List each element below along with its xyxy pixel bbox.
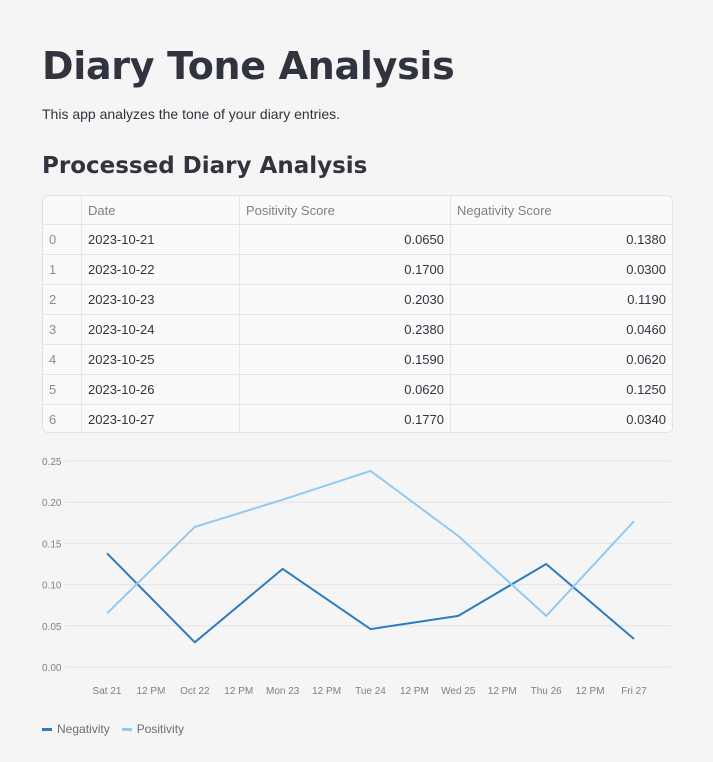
line-chart[interactable]: 0.00 0.05 0.10 0.15 0.20 0.25 Sat 21 12 PM Oct 2…: [0, 448, 713, 713]
cell-date[interactable]: 2023-10-21: [81, 224, 240, 255]
data-table[interactable]: Date Positivity Score Negativity Score 0…: [42, 195, 673, 433]
row-index: 3: [43, 314, 82, 345]
legend-swatch: [121, 727, 132, 731]
x-tick-label: 12 PM: [400, 686, 429, 697]
table-row[interactable]: 5 2023-10-26 0.0620 0.1250: [43, 374, 672, 405]
table-row[interactable]: 2 2023-10-23 0.2030 0.1190: [43, 284, 672, 315]
cell-negativity[interactable]: 0.1250: [450, 374, 672, 405]
page-subtitle: This app analyzes the tone of your diary…: [42, 106, 341, 122]
cell-positivity[interactable]: 0.1700: [239, 254, 451, 285]
cell-negativity[interactable]: 0.0340: [451, 405, 673, 433]
cell-date[interactable]: 2023-10-22: [81, 254, 240, 285]
table-row[interactable]: 6 2023-10-27 0.1770 0.0340: [43, 404, 673, 433]
cell-positivity[interactable]: 0.2030: [239, 284, 451, 315]
x-tick-label: Tue 24: [355, 686, 386, 697]
x-tick-label: Thu 26: [531, 686, 563, 697]
table-row[interactable]: 3 2023-10-24 0.2380 0.0460: [43, 314, 672, 345]
y-tick-label: 0.25: [42, 457, 62, 468]
table-row[interactable]: 1 2023-10-22 0.1700 0.0300: [43, 254, 672, 285]
y-tick-label: 0.15: [42, 539, 62, 550]
chart-legend: Negativity Positivity: [42, 722, 184, 736]
row-index: 1: [43, 254, 82, 285]
y-tick-label: 0.00: [42, 663, 62, 674]
cell-negativity[interactable]: 0.1190: [450, 284, 672, 315]
x-tick-label: 12 PM: [576, 686, 605, 697]
x-tick-label: Sat 21: [93, 686, 122, 697]
x-tick-label: Oct 22: [180, 686, 210, 697]
row-index: 5: [43, 374, 82, 405]
page-title: Diary Tone Analysis: [42, 44, 455, 88]
table-header-row: Date Positivity Score Negativity Score: [43, 196, 672, 225]
column-header-date[interactable]: Date: [81, 196, 240, 225]
series-line-negativity: [106, 552, 635, 644]
legend-item-positivity[interactable]: Positivity: [121, 722, 185, 736]
row-index: 4: [43, 344, 82, 375]
x-tick-label: Mon 23: [266, 686, 300, 697]
cell-positivity[interactable]: 0.0650: [239, 224, 451, 255]
cell-negativity[interactable]: 0.0460: [450, 314, 672, 345]
cell-date[interactable]: 2023-10-24: [81, 314, 240, 345]
column-header-positivity[interactable]: Positivity Score: [239, 196, 451, 225]
table-row[interactable]: 4 2023-10-25 0.1590 0.0620: [43, 344, 672, 375]
x-tick-label: Wed 25: [441, 686, 476, 697]
cell-negativity[interactable]: 0.0620: [450, 344, 672, 375]
legend-swatch: [42, 727, 52, 731]
y-tick-label: 0.20: [42, 498, 62, 509]
cell-positivity[interactable]: 0.1770: [239, 404, 451, 432]
column-header-negativity[interactable]: Negativity Score: [450, 196, 672, 225]
table-row[interactable]: 0 2023-10-21 0.0650 0.1380: [43, 224, 672, 255]
cell-negativity[interactable]: 0.0300: [450, 254, 672, 285]
cell-date[interactable]: 2023-10-26: [81, 374, 240, 405]
row-index: 2: [43, 284, 82, 315]
legend-item-negativity[interactable]: Negativity: [42, 722, 110, 736]
cell-positivity[interactable]: 0.0620: [239, 374, 451, 405]
section-title: Processed Diary Analysis: [42, 153, 368, 179]
legend-label: Positivity: [136, 722, 185, 736]
x-tick-label: 12 PM: [136, 686, 165, 697]
row-index: 0: [43, 224, 82, 255]
cell-date[interactable]: 2023-10-27: [81, 404, 240, 432]
column-header-index[interactable]: [43, 196, 82, 225]
x-tick-label: 12 PM: [224, 686, 253, 697]
x-tick-label: Fri 27: [621, 686, 647, 697]
row-index: 6: [43, 404, 82, 432]
cell-date[interactable]: 2023-10-25: [81, 344, 240, 375]
x-tick-label: 12 PM: [488, 686, 517, 697]
cell-positivity[interactable]: 0.1590: [239, 344, 451, 375]
y-tick-label: 0.10: [42, 581, 62, 592]
legend-label: Negativity: [57, 722, 110, 736]
y-tick-label: 0.05: [42, 622, 62, 633]
cell-positivity[interactable]: 0.2380: [239, 314, 451, 345]
cell-negativity[interactable]: 0.1380: [450, 224, 672, 255]
x-tick-label: 12 PM: [312, 686, 341, 697]
cell-date[interactable]: 2023-10-23: [81, 284, 240, 315]
